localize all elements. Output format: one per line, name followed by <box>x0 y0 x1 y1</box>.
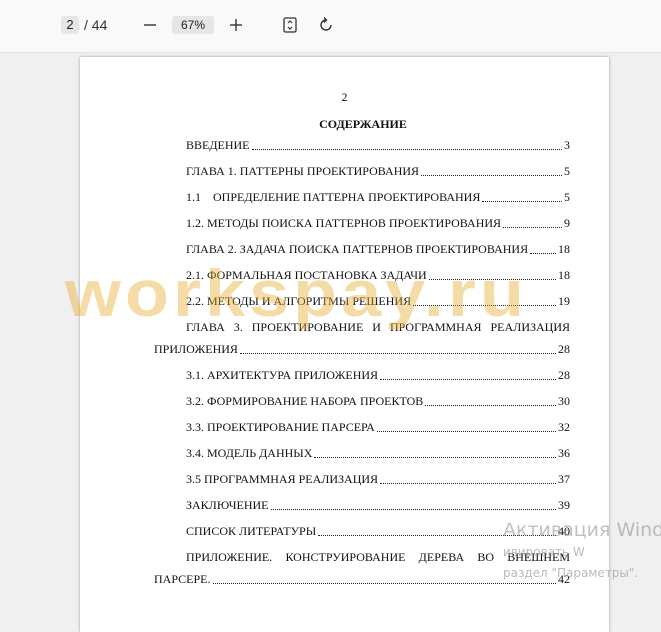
toc-entry: 3.5 ПРОГРАММНАЯ РЕАЛИЗАЦИЯ 37 <box>186 472 570 487</box>
minus-icon <box>144 24 156 26</box>
toc-entry: 3.4. МОДЕЛЬ ДАННЫХ 36 <box>186 446 570 461</box>
toc-entry-title: 3.2. ФОРМИРОВАНИЕ НАБОРА ПРОЕКТОВ <box>186 394 424 408</box>
toc-entry-page: 36 <box>558 446 570 460</box>
toc-entry-page: 30 <box>558 394 570 408</box>
zoom-in-button[interactable] <box>226 15 246 35</box>
zoom-out-button[interactable] <box>140 15 160 35</box>
toc-entry-page: 18 <box>558 242 570 256</box>
rotate-button[interactable] <box>316 15 336 35</box>
toc-entry: 3.2. ФОРМИРОВАНИЕ НАБОРА ПРОЕКТОВ 30 <box>186 394 570 409</box>
toc-entry: 2.1. ФОРМАЛЬНАЯ ПОСТАНОВКА ЗАДАЧИ 18 <box>186 268 570 283</box>
toc-entry-title: 3.3. ПРОЕКТИРОВАНИЕ ПАРСЕРА <box>186 420 375 434</box>
toc-entry-title: 3.5 ПРОГРАММНАЯ РЕАЛИЗАЦИЯ <box>186 472 379 486</box>
toc-entry-title: 3.4. МОДЕЛЬ ДАННЫХ <box>186 446 313 460</box>
windows-activation-title: Активация Windo <box>503 519 661 541</box>
toc-entry-page: 32 <box>558 420 570 434</box>
toc-entry-title: ЗАКЛЮЧЕНИЕ <box>186 498 269 512</box>
toc-entry: 3.3. ПРОЕКТИРОВАНИЕ ПАРСЕРА 32 <box>186 420 570 435</box>
toc-entry-page: 28 <box>558 342 570 356</box>
toc-entry-page: 18 <box>558 268 570 282</box>
toc-entry: 1.2. МЕТОДЫ ПОИСКА ПАТТЕРНОВ ПРОЕКТИРОВА… <box>186 216 570 231</box>
toc-entry-page: 9 <box>564 216 570 230</box>
toc-entry-title: ГЛАВА 2. ЗАДАЧА ПОИСКА ПАТТЕРНОВ ПРОЕКТИ… <box>186 242 529 256</box>
toc-entry: 2.2. МЕТОДЫ И АЛГОРИТМЫ РЕШЕНИЯ 19 <box>186 294 570 309</box>
toc-entry: ВВЕДЕНИЕ 3 <box>186 138 570 153</box>
windows-activation-line: раздел "Параметры". <box>503 566 639 580</box>
toc-entry: 1.1 ОПРЕДЕЛЕНИЕ ПАТТЕРНА ПРОЕКТИРОВАНИЯ 5 <box>186 190 570 205</box>
toc-entry-page: 37 <box>558 472 570 486</box>
toc-entry-title-cont: ПАРСЕРЕ. <box>154 572 211 586</box>
rotate-icon <box>320 17 332 31</box>
toc-entry-continuation: ПРИЛОЖЕНИЯ 28 <box>154 342 570 357</box>
toc-entry-page: 28 <box>558 368 570 382</box>
toc-entry-title-cont: ПРИЛОЖЕНИЯ <box>154 342 238 356</box>
plus-icon <box>230 19 242 31</box>
fit-page-icon <box>283 17 297 33</box>
windows-activation-line: ивировать W <box>503 545 585 559</box>
toc-entry-title: ГЛАВА 3. ПРОЕКТИРОВАНИЕ И ПРОГРАММНАЯ РЕ… <box>186 320 570 334</box>
toc-entry: ГЛАВА 3. ПРОЕКТИРОВАНИЕ И ПРОГРАММНАЯ РЕ… <box>186 320 570 335</box>
fit-page-button[interactable] <box>280 15 300 35</box>
toc-entry-page: 5 <box>564 190 570 204</box>
toc-entry-title: ВВЕДЕНИЕ <box>186 138 250 152</box>
current-page-input[interactable]: 2 <box>61 16 79 34</box>
toc-entry-page: 3 <box>564 138 570 152</box>
toc-entry-title: 3.1. АРХИТЕКТУРА ПРИЛОЖЕНИЯ <box>186 368 379 382</box>
toc-entry: ГЛАВА 2. ЗАДАЧА ПОИСКА ПАТТЕРНОВ ПРОЕКТИ… <box>186 242 570 257</box>
toc-entry: 3.1. АРХИТЕКТУРА ПРИЛОЖЕНИЯ 28 <box>186 368 570 383</box>
zoom-level-input[interactable]: 67% <box>172 16 214 34</box>
toc-entry-page: 19 <box>558 294 570 308</box>
toc-entry-title: 2.2. МЕТОДЫ И АЛГОРИТМЫ РЕШЕНИЯ <box>186 294 412 308</box>
toc-entry-title: 1.2. МЕТОДЫ ПОИСКА ПАТТЕРНОВ ПРОЕКТИРОВА… <box>186 216 502 230</box>
pdf-toolbar: 2 / 44 67% <box>0 0 661 53</box>
total-pages: / 44 <box>84 17 108 33</box>
page-number: 2 <box>341 90 348 104</box>
toc-entry: ЗАКЛЮЧЕНИЕ 39 <box>186 498 570 513</box>
toc-entry: ГЛАВА 1. ПАТТЕРНЫ ПРОЕКТИРОВАНИЯ 5 <box>186 164 570 179</box>
toc-entry-page: 39 <box>558 498 570 512</box>
toc-entry-title: 2.1. ФОРМАЛЬНАЯ ПОСТАНОВКА ЗАДАЧИ <box>186 268 427 282</box>
toc-entry-page: 5 <box>564 164 570 178</box>
toc-entry-title: СПИСОК ЛИТЕРАТУРЫ <box>186 524 317 538</box>
toc-entry-title: ГЛАВА 1. ПАТТЕРНЫ ПРОЕКТИРОВАНИЯ <box>186 164 420 178</box>
toc-entry-title: 1.1 ОПРЕДЕЛЕНИЕ ПАТТЕРНА ПРОЕКТИРОВАНИЯ <box>186 190 481 204</box>
toc-title: СОДЕРЖАНИЕ <box>319 117 407 131</box>
